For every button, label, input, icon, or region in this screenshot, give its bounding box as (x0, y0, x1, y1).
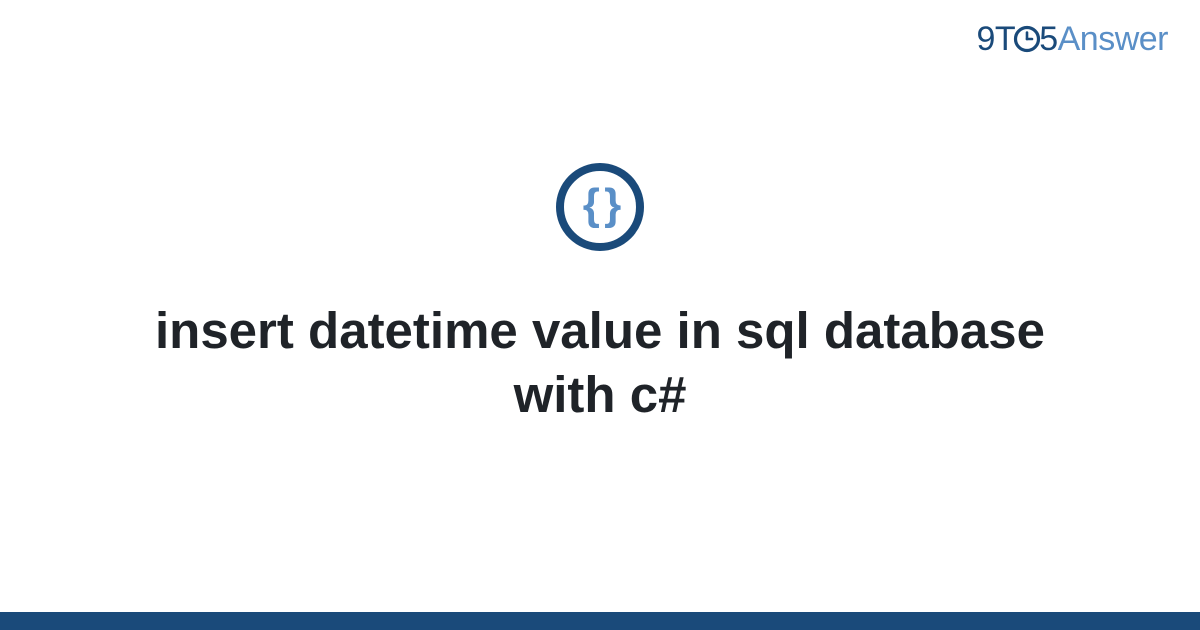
topic-icon-circle: { } (556, 163, 644, 251)
page-title: insert datetime value in sql database wi… (150, 299, 1050, 427)
footer-bar (0, 612, 1200, 630)
code-braces-icon: { } (583, 183, 617, 231)
main-content: { } insert datetime value in sql databas… (0, 0, 1200, 630)
